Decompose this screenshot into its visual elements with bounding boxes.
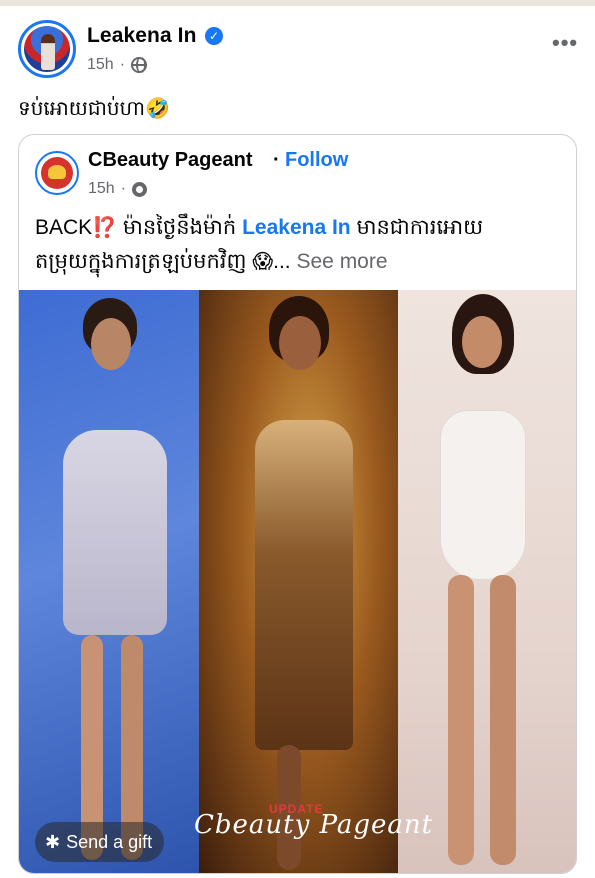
page-name[interactable]: CBeauty Pageant [88, 149, 253, 172]
see-more-link[interactable]: See more [291, 250, 387, 273]
figure-leg-left [448, 575, 474, 865]
post-caption: ទប់អោយជាប់ហា🤣 [18, 98, 170, 120]
figure-leg-right [490, 575, 516, 865]
shared-text-line-1: BACK⁉️ ម៉ានថ្ងៃនឹងម៉ាក់ Leakena In មានជា… [35, 211, 565, 245]
figure-head [91, 318, 131, 370]
exclamation-question-emoji: ⁉️ [92, 217, 118, 239]
send-gift-label: Send a gift [66, 831, 153, 852]
scream-emoji: 😱 [252, 251, 274, 273]
text-line2: តម្រុយក្នុងការត្រឡប់មកវិញ [35, 250, 253, 273]
globe-icon[interactable] [131, 57, 148, 73]
meta-separator: · [119, 56, 126, 73]
shared-meta: 15h · [88, 180, 148, 198]
shared-meta-separator: · [120, 180, 127, 197]
post-meta: 15h · [87, 56, 148, 74]
avatar-image [24, 26, 70, 72]
ellipsis: ... [273, 250, 291, 273]
author-avatar[interactable] [18, 20, 76, 78]
shared-post-card[interactable]: CBeauty Pageant · Follow 15h · BACK⁉️ ម៉… [18, 134, 577, 874]
figure-head [462, 316, 502, 368]
verified-badge-icon: ✓ [205, 27, 223, 45]
figure-head [279, 316, 321, 370]
gift-icon: ✱ [45, 831, 61, 852]
follow-button[interactable]: Follow [285, 149, 348, 172]
text-mid: ម៉ានថ្ងៃនឹងម៉ាក់ [117, 216, 243, 239]
post-photo[interactable]: UPDATE Cbeauty Pageant ✱ Send a gift [19, 290, 576, 873]
post-time[interactable]: 15h [87, 56, 114, 74]
gear-icon[interactable] [132, 181, 148, 197]
more-options-button[interactable]: ••• [552, 30, 578, 56]
shared-text-line-2: តម្រុយក្នុងការត្រឡប់មកវិញ 😱... See more [35, 245, 565, 279]
page-avatar[interactable] [35, 151, 79, 195]
follow-separator: · [273, 149, 280, 171]
top-strip [0, 0, 595, 6]
figure-dress [63, 430, 167, 635]
mention-link[interactable]: Leakena In [242, 216, 351, 239]
text-prefix: BACK [35, 216, 93, 239]
text-end: មានជាការអោយ [350, 216, 484, 239]
figure-dress [255, 420, 353, 750]
shared-time[interactable]: 15h [88, 180, 115, 198]
send-gift-button[interactable]: ✱ Send a gift [35, 822, 165, 862]
photo-panel-middle [199, 290, 398, 873]
page-logo-icon [41, 157, 73, 189]
photo-panel-left [19, 290, 199, 873]
shared-text: BACK⁉️ ម៉ានថ្ងៃនឹងម៉ាក់ Leakena In មានជា… [35, 211, 565, 279]
watermark-text: Cbeauty Pageant [194, 810, 434, 840]
author-name[interactable]: Leakena In [87, 24, 197, 48]
photo-panel-right [398, 290, 576, 873]
figure-swimsuit [440, 410, 526, 580]
avatar-figure [41, 34, 55, 70]
